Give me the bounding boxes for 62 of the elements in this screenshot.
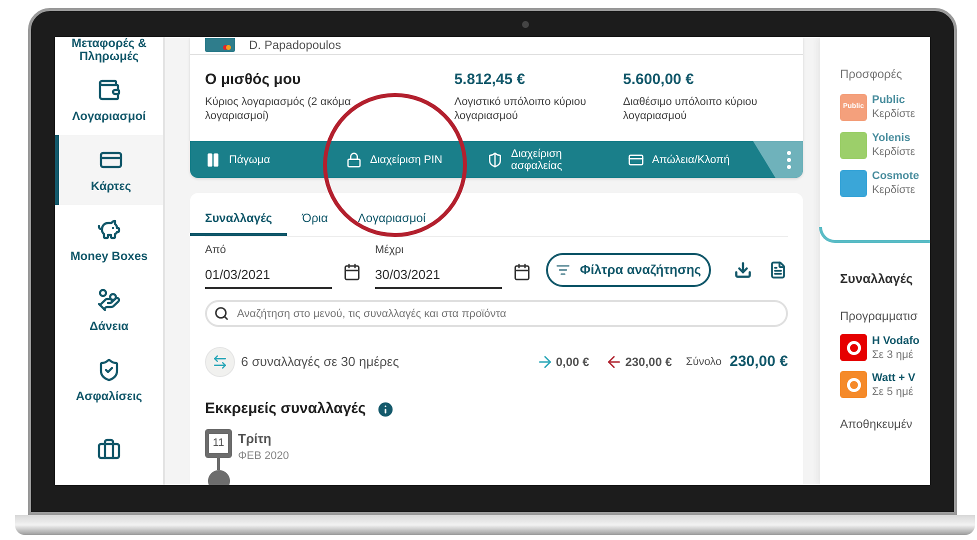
section-title: Εκκρεμείς συναλλαγές (205, 399, 366, 419)
card-action-button[interactable]: Διαχείριση PIN (346, 141, 487, 178)
weekday: Τρίτη (238, 430, 272, 448)
balance-amount: 5.812,45 € (454, 70, 526, 90)
sidebar-item[interactable]: Κάρτες (55, 135, 163, 206)
card-action-button[interactable]: Πάγωμα (205, 141, 346, 178)
balance-label: Λογιστικό υπόλοιπο κύριου λογαριασμού (454, 94, 588, 122)
tab[interactable]: Όρια (287, 203, 343, 236)
offer-name[interactable]: Public (872, 93, 916, 107)
info-icon[interactable] (376, 400, 395, 419)
payee-name[interactable]: Watt + V (872, 370, 916, 384)
hand-coins-icon (97, 288, 121, 312)
wallet-icon (97, 78, 121, 102)
piggy-bank-icon (97, 218, 121, 242)
card-icon (628, 152, 644, 168)
card-action-button[interactable]: Διαχείριση ασφαλείας (487, 141, 628, 178)
balance-label: Κύριος λογαριασμός (2 ακόμα λογαριασμοί) (205, 94, 352, 122)
card-holder: D. Papadopoulos (249, 37, 342, 54)
balance-label: Διαθέσιμο υπόλοιπο κύριου λογαριασμού (623, 94, 758, 122)
transaction-count: 6 συναλλαγές σε 30 ημέρες (241, 353, 400, 372)
payee-name[interactable]: Η Vodafo (872, 334, 920, 348)
balance-amount: 5.600,00 € (623, 70, 695, 90)
more-button[interactable] (753, 141, 803, 178)
total-label: Σύνολο (686, 354, 722, 370)
offer-subtitle: Κερδίστε (872, 145, 916, 159)
transfer-icon (205, 347, 235, 377)
filter-button[interactable]: Φίλτρα αναζήτησης (546, 253, 711, 287)
search-icon (214, 306, 229, 321)
date-badge: 11 (205, 428, 232, 458)
camera-icon (522, 21, 529, 28)
section-title: Προσφορές (840, 66, 903, 83)
tab[interactable]: Συναλλαγές (190, 203, 288, 236)
date-field[interactable]: Από 01/03/2021 (205, 242, 332, 289)
calendar-icon[interactable] (513, 263, 531, 281)
calendar-icon[interactable] (343, 263, 361, 281)
pdf-icon[interactable] (769, 261, 787, 279)
filter-icon (556, 263, 570, 277)
shield-icon (487, 152, 503, 168)
incoming-amount: 0,00 € (556, 354, 590, 371)
tab[interactable]: Λογαριασμοί (342, 203, 441, 236)
offer-name[interactable]: Cosmote (872, 169, 920, 183)
offer-subtitle: Κερδίστε (872, 107, 916, 121)
offer-name[interactable]: Yolenis (872, 131, 916, 145)
subsection-title: Αποθηκευμέν (840, 416, 914, 432)
card-action-button[interactable]: Απώλεια/Κλοπή (628, 141, 753, 178)
subsection-title: Προγραμματισ (840, 308, 919, 324)
month-year: ΦΕΒ 2020 (238, 449, 289, 464)
account-name: Ο μισθός μου (205, 70, 302, 90)
payee-subtitle: Σε 3 ημέ (872, 348, 914, 362)
payee-subtitle: Σε 5 ημέ (872, 384, 914, 398)
section-title: Συναλλαγές (840, 270, 914, 288)
date-field[interactable]: Μέχρι 30/03/2021 (375, 242, 502, 289)
lock-icon (346, 152, 362, 168)
offer-subtitle: Κερδίστε (872, 183, 916, 197)
shield-icon (97, 358, 121, 382)
card-logo-icon (223, 44, 231, 50)
search-field[interactable]: Αναζήτηση στο μενού, τις συναλλαγές και στα προϊόντα (205, 300, 788, 327)
more-icon (787, 150, 791, 168)
total-amount: 230,00 € (730, 352, 788, 372)
outgoing-amount: 230,00 € (625, 354, 672, 371)
pause-icon (205, 152, 221, 168)
download-icon[interactable] (734, 261, 752, 279)
